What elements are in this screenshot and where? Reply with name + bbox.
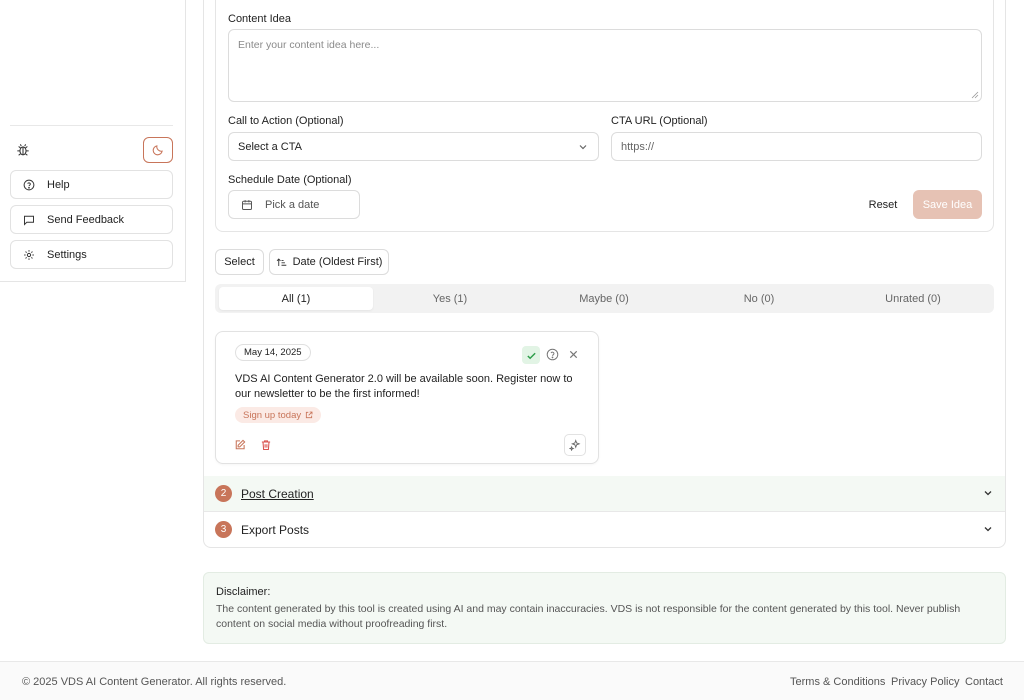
cta-label: Call to Action (Optional)	[228, 115, 344, 127]
footer-link-contact[interactable]: Contact	[965, 676, 1003, 688]
cta-select[interactable]: Select a CTA	[228, 132, 599, 161]
cta-select-value: Select a CTA	[238, 140, 302, 153]
select-label: Select	[224, 256, 255, 268]
tab-yes[interactable]: Yes (1)	[373, 287, 527, 310]
bug-icon[interactable]	[16, 143, 30, 157]
accordion-post-creation[interactable]: 2 Post Creation	[204, 476, 1005, 511]
cta-url-label: CTA URL (Optional)	[611, 115, 708, 127]
tab-unrated[interactable]: Unrated (0)	[836, 287, 990, 310]
content-idea-textarea[interactable]: Enter your content idea here...	[228, 29, 982, 102]
resize-grip-icon[interactable]	[971, 91, 979, 99]
sparkles-icon	[569, 439, 581, 451]
help-circle-icon	[23, 179, 35, 190]
accordion-title: Post Creation	[241, 486, 314, 501]
tab-maybe[interactable]: Maybe (0)	[527, 287, 681, 310]
disclaimer-text: The content generated by this tool is cr…	[216, 603, 961, 630]
edit-icon[interactable]	[234, 439, 246, 451]
rate-yes-button[interactable]	[522, 346, 540, 364]
help-label: Help	[47, 178, 70, 191]
message-square-icon	[24, 215, 34, 226]
cta-link-badge[interactable]: Sign up today	[235, 407, 322, 423]
step-number-badge: 3	[215, 521, 232, 538]
footer-link-terms[interactable]: Terms & Conditions	[790, 676, 885, 688]
reset-button[interactable]: Reset	[856, 190, 910, 219]
gear-icon	[24, 249, 34, 260]
tab-no[interactable]: No (0)	[682, 287, 836, 310]
check-icon	[526, 352, 536, 359]
content-idea-label: Content Idea	[228, 13, 291, 25]
trash-icon[interactable]	[260, 439, 272, 451]
date-placeholder: Pick a date	[265, 198, 320, 211]
rate-no-close-icon[interactable]	[568, 349, 579, 360]
select-button[interactable]: Select	[215, 249, 264, 275]
sort-label: Date (Oldest First)	[292, 256, 383, 268]
theme-toggle-button[interactable]	[143, 137, 173, 163]
external-link-icon	[306, 411, 313, 419]
rating-tabs: All (1) Yes (1) Maybe (0) No (0) Unrated…	[215, 284, 994, 313]
rate-maybe-icon[interactable]	[546, 348, 559, 361]
disclaimer-title: Disclaimer:	[216, 586, 271, 598]
send-feedback-label: Send Feedback	[47, 213, 125, 226]
tab-all[interactable]: All (1)	[219, 287, 373, 310]
accordion-title: Export Posts	[241, 522, 310, 537]
schedule-date-label: Schedule Date (Optional)	[228, 174, 352, 186]
idea-card: May 14, 2025 VDS AI Content Generator 2.…	[215, 331, 599, 464]
cta-url-input[interactable]: https://	[611, 132, 982, 161]
settings-label: Settings	[47, 248, 87, 261]
settings-button[interactable]: Settings	[10, 240, 173, 269]
calendar-icon	[242, 199, 252, 210]
generate-post-button[interactable]	[564, 434, 586, 456]
save-idea-button[interactable]: Save Idea	[913, 190, 982, 219]
footer-copyright: © 2025 VDS AI Content Generator. All rig…	[22, 676, 287, 688]
accordion-export-posts[interactable]: 3 Export Posts	[204, 512, 1005, 547]
sort-button[interactable]: Date (Oldest First)	[269, 249, 389, 275]
chevron-down-icon	[984, 491, 992, 496]
help-button[interactable]: Help	[10, 170, 173, 199]
sidebar-divider	[10, 125, 173, 126]
footer-link-privacy[interactable]: Privacy Policy	[891, 676, 959, 688]
moon-icon	[152, 145, 163, 156]
step-number-badge: 2	[215, 485, 232, 502]
send-feedback-button[interactable]: Send Feedback	[10, 205, 173, 234]
disclaimer-box: Disclaimer: The content generated by thi…	[203, 572, 1006, 644]
footer: © 2025 VDS AI Content Generator. All rig…	[0, 661, 1024, 700]
chevron-down-icon	[984, 527, 992, 532]
date-picker-button[interactable]: Pick a date	[228, 190, 360, 219]
content-idea-placeholder: Enter your content idea here...	[238, 39, 380, 51]
cta-url-placeholder: https://	[621, 140, 655, 153]
idea-date-badge: May 14, 2025	[235, 344, 311, 361]
sidebar: Help Send Feedback Settings	[0, 0, 186, 282]
chevron-down-icon	[579, 144, 587, 149]
cta-link-label: Sign up today	[243, 409, 302, 421]
sort-ascending-icon	[276, 257, 286, 266]
idea-text: VDS AI Content Generator 2.0 will be ava…	[235, 373, 573, 400]
